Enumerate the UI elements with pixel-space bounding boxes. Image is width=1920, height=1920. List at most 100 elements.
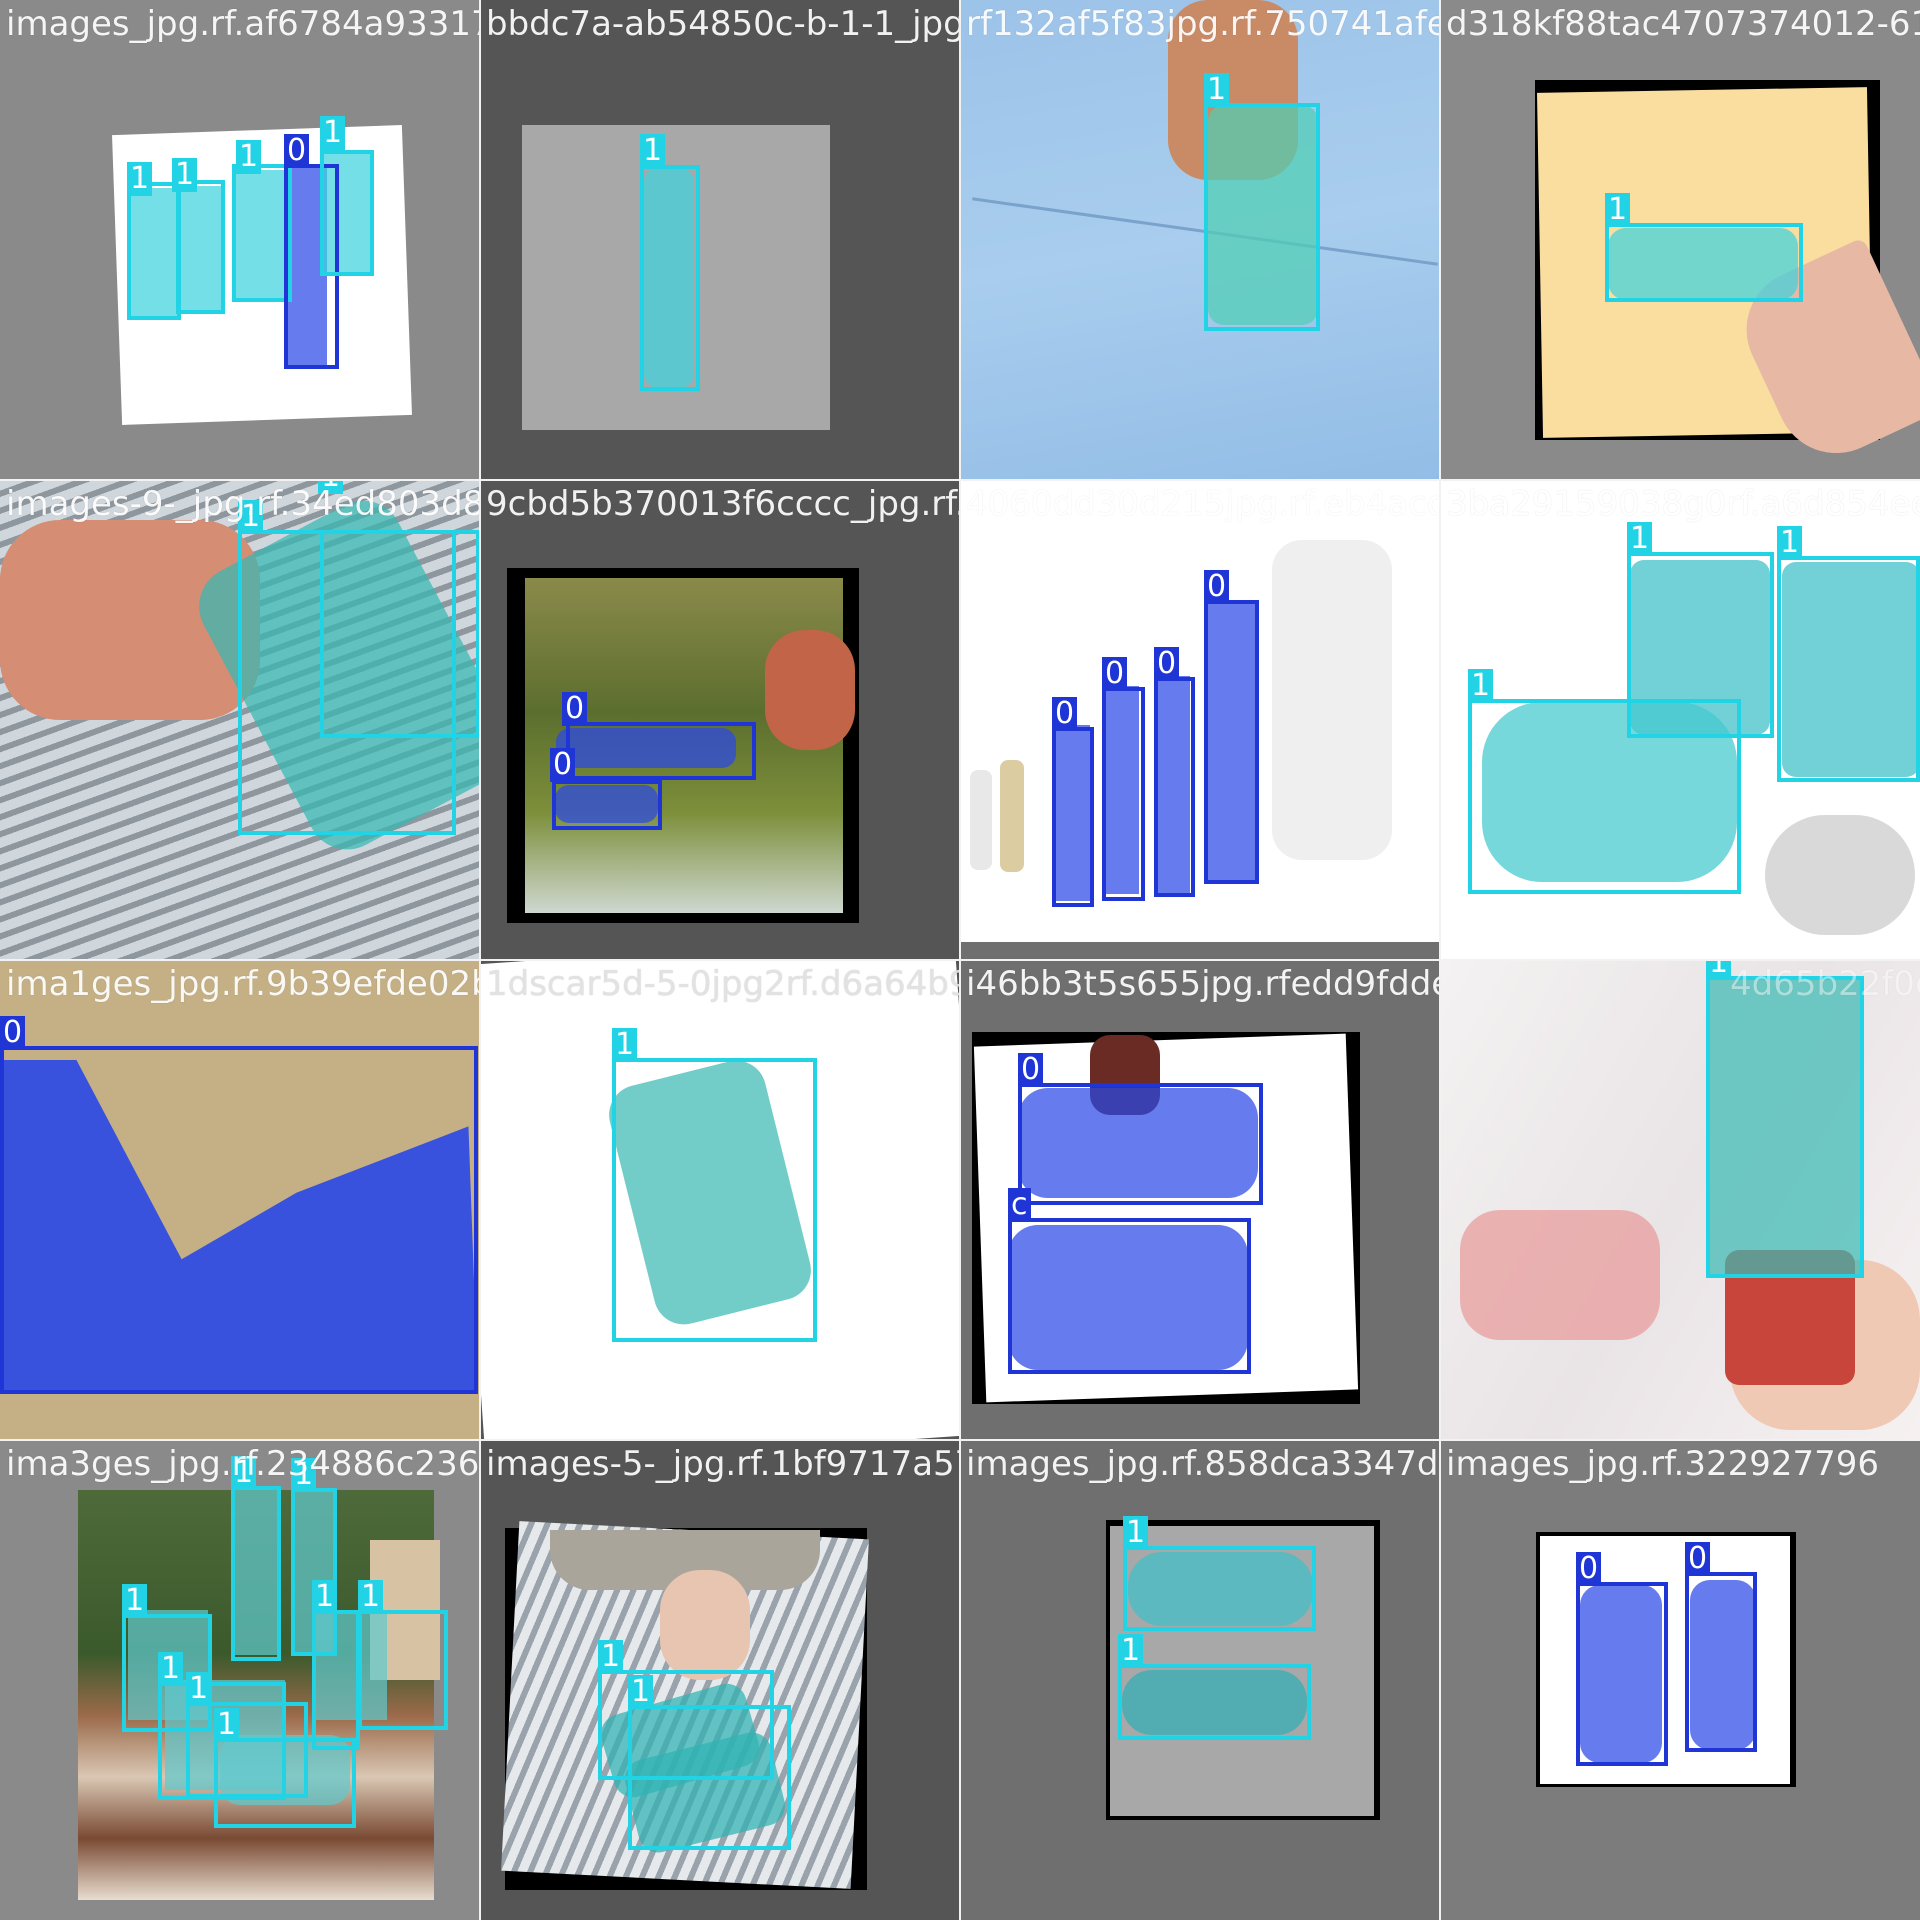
bbox [612, 1058, 817, 1342]
bbox [640, 165, 700, 391]
class-label: 1 [598, 1640, 624, 1674]
class-label: 1 [172, 158, 198, 192]
tile-11: 0 c i46bb3t5s655jpg.rfedd9fddea7 [960, 960, 1440, 1440]
bbox [1605, 223, 1803, 302]
class-label: 0 [1102, 657, 1128, 691]
bbox [232, 164, 292, 302]
bbox [1018, 1083, 1263, 1205]
bbox [127, 182, 181, 320]
tile-caption: 3ba29159038g0rf.a6d854ee [1446, 484, 1920, 524]
tile-12: 1 4d65b22f0c [1440, 960, 1920, 1440]
class-label: 1 [1204, 73, 1230, 107]
class-label: 0 [562, 692, 588, 726]
bbox [320, 530, 480, 738]
bbox [1204, 600, 1259, 884]
tile-9: 0 ima1ges_jpg.rf.9b39efde02b [0, 960, 480, 1440]
bbox [320, 150, 374, 276]
bbox [231, 1486, 281, 1661]
bbox [1008, 1218, 1251, 1374]
bbox [1685, 1572, 1757, 1752]
class-label: 1 [127, 162, 153, 196]
class-label: 1 [1777, 526, 1803, 560]
bbox [1576, 1582, 1668, 1766]
bbox [1102, 687, 1145, 901]
grid-line [0, 959, 1920, 961]
class-label: 1 [122, 1584, 148, 1618]
tile-6: 0 0 9cbd5b370013f6cccc_jpg.rf. [480, 480, 960, 960]
bbox [552, 780, 662, 830]
tile-caption: rf132af5f83jpg.rf.750741afed [966, 4, 1440, 44]
mosaic-grid: 1 1 1 0 1 images_jpg.rf.af6784a93317bbd2… [0, 0, 1920, 1920]
class-label: 1 [1468, 669, 1494, 703]
class-label: 0 [0, 1016, 26, 1050]
class-label: 1 [358, 1580, 384, 1614]
bbox [214, 1738, 356, 1828]
tile-10: 1 1dscar5d-5-0jpg2rf.d6a64b9 [480, 960, 960, 1440]
bbox [358, 1610, 448, 1730]
bbox [1468, 699, 1741, 894]
tile-3: 1 rf132af5f83jpg.rf.750741afed [960, 0, 1440, 480]
tile-8: 1 1 1 3ba29159038g0rf.a6d854ee [1440, 480, 1920, 960]
tile-16: 0 0 images_jpg.rf.322927796 [1440, 1440, 1920, 1920]
bbox [1204, 103, 1320, 331]
class-label: 0 [284, 134, 310, 168]
bbox [628, 1705, 791, 1850]
tile-caption: 4060dd30d215jpg.rf.eb4acd3 [966, 484, 1440, 524]
grid-line [0, 1439, 1920, 1441]
bbox [566, 722, 756, 780]
class-label: 1 [236, 140, 262, 174]
tile-13: 1 1 1 1 1 1 1 1 ima3ges_jpg.rf.234886c23… [0, 1440, 480, 1920]
class-label: 1 [158, 1652, 184, 1686]
tile-14: 1 1 images-5-_jpg.rf.1bf9717a578 [480, 1440, 960, 1920]
bbox [1052, 727, 1094, 907]
class-label: 1 [628, 1675, 654, 1709]
class-label: 1 [1118, 1634, 1144, 1668]
class-label: 1 [214, 1708, 240, 1742]
class-label: 0 [1052, 697, 1078, 731]
tile-caption: ima1ges_jpg.rf.9b39efde02b [6, 964, 480, 1004]
class-label: 1 [312, 1580, 338, 1614]
tile-caption: i46bb3t5s655jpg.rfedd9fddea7 [966, 964, 1440, 1004]
bbox [1154, 677, 1195, 897]
tile-caption: images-9-_jpg.rf.34ed803d8 [6, 484, 480, 524]
tile-2: 1 bbdc7a-ab54850c-b-1-1_jpg. [480, 0, 960, 480]
tile-1: 1 1 1 0 1 images_jpg.rf.af6784a93317bbd2… [0, 0, 480, 480]
class-label: 1 [1706, 960, 1732, 980]
class-label: 0 [550, 748, 576, 782]
class-label: 0 [1576, 1552, 1602, 1586]
grid-line [0, 479, 1920, 481]
bbox [1777, 556, 1920, 782]
tile-7: 0 0 0 0 4060dd30d215jpg.rf.eb4acd3 [960, 480, 1440, 960]
class-label: 1 [320, 116, 346, 150]
tile-caption: images_jpg.rf.858dca3347d [966, 1444, 1439, 1484]
tile-5: 1 1 images-9-_jpg.rf.34ed803d8 [0, 480, 480, 960]
class-label: 0 [1685, 1542, 1711, 1576]
bbox [176, 180, 225, 314]
class-label: 1 [1605, 193, 1631, 227]
tile-caption: ima3ges_jpg.rf.234886c236 [6, 1444, 480, 1484]
bbox [1706, 976, 1864, 1278]
class-label: 1 [1123, 1516, 1149, 1550]
tile-caption: 9cbd5b370013f6cccc_jpg.rf. [486, 484, 960, 524]
tile-caption: images-5-_jpg.rf.1bf9717a578 [486, 1444, 960, 1484]
tile-caption: images_jpg.rf.af6784a93317bbd271a-eb54c5… [6, 4, 480, 44]
bbox [1123, 1546, 1316, 1631]
bbox [0, 1046, 478, 1394]
tile-caption: d318kf88tac4707374012-612 [1446, 4, 1920, 44]
bbox [312, 1610, 360, 1750]
class-label: 0 [1018, 1053, 1044, 1087]
class-label: 1 [640, 134, 666, 168]
tile-4: 1 d318kf88tac4707374012-612 [1440, 0, 1920, 480]
tile-caption: 4d65b22f0c [1730, 964, 1920, 1004]
class-label: 1 [612, 1028, 638, 1062]
class-label: 0 [1204, 570, 1230, 604]
class-label: 1 [1627, 522, 1653, 556]
bbox [1118, 1664, 1311, 1740]
class-label: 1 [186, 1672, 212, 1706]
class-label: c [1008, 1188, 1031, 1222]
tile-caption: 1dscar5d-5-0jpg2rf.d6a64b9 [486, 964, 960, 1004]
tile-caption: bbdc7a-ab54850c-b-1-1_jpg. [486, 4, 960, 44]
tile-15: 1 1 images_jpg.rf.858dca3347d [960, 1440, 1440, 1920]
tile-caption: images_jpg.rf.322927796 [1446, 1444, 1880, 1484]
class-label: 0 [1154, 647, 1180, 681]
